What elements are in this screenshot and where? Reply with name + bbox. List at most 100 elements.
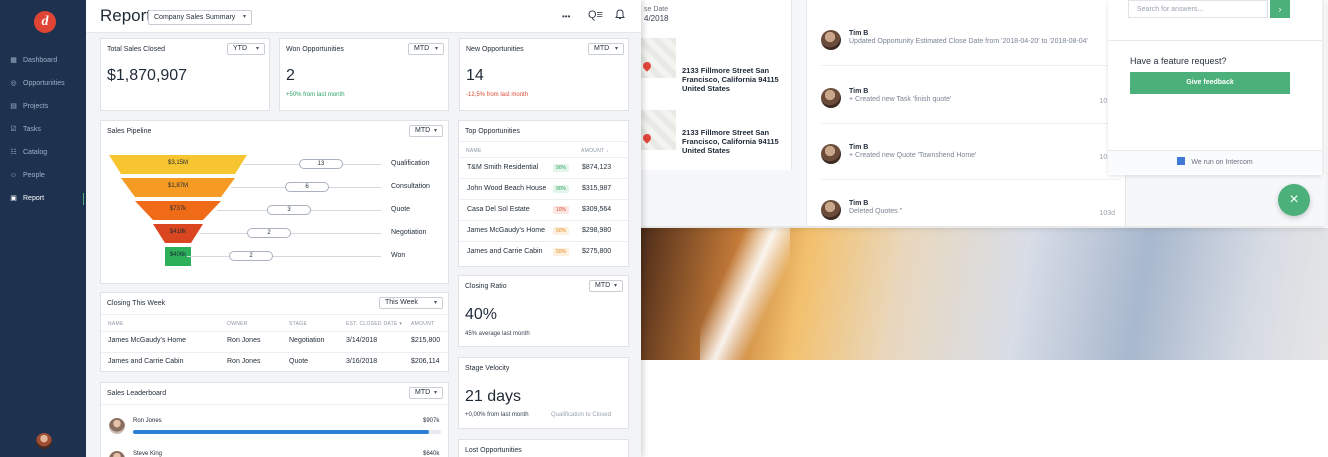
feed-item: Tim B + Created new Quote 'Townshend Hom…	[821, 140, 1121, 180]
feed-author: Tim B	[849, 144, 869, 151]
period-select[interactable]: MTD ▾	[588, 43, 624, 55]
card-title: Lost Opportunities	[465, 447, 522, 454]
column-header: STAGE	[289, 321, 308, 327]
column-header-name: NAME	[466, 148, 482, 154]
period-select[interactable]: YTD ▾	[227, 43, 265, 55]
won-opportunities-card: Won Opportunities MTD ▾ 2 +50% from last …	[279, 38, 449, 111]
feed-author: Tim B	[849, 88, 869, 95]
bell-icon[interactable]	[615, 9, 625, 22]
report-select-value: Company Sales Summary	[154, 14, 236, 21]
opportunity-amount: $315,987	[582, 185, 612, 192]
sidebar-item-opportunities[interactable]: ◎ Opportunities	[0, 77, 86, 91]
map-thumbnail[interactable]	[640, 110, 676, 150]
intercom-close-button[interactable]: ×	[1278, 184, 1310, 216]
background-photo	[640, 228, 1328, 360]
address-line: Francisco, California 94115	[682, 75, 779, 84]
card-title: Won Opportunities	[286, 46, 344, 53]
column-header-amount[interactable]: AMOUNT ↓	[581, 148, 609, 154]
opportunity-amount: $309,564	[582, 206, 612, 213]
app-logo[interactable]: d	[34, 11, 56, 33]
funnel-segment[interactable]: $3,15M	[109, 155, 247, 174]
opportunity-name[interactable]: James McGaudy's Home	[467, 227, 545, 234]
table-cell: Ron Jones	[227, 358, 261, 365]
opportunity-name[interactable]: T&M Smith Residential	[467, 164, 538, 171]
funnel-count: 3	[267, 205, 311, 215]
divider	[459, 199, 630, 200]
closing-opportunity-name[interactable]: James and Carrie Cabin	[108, 358, 183, 365]
closing-opportunity-name[interactable]: James McGaudy's Home	[108, 337, 186, 344]
opportunity-amount: $298,980	[582, 227, 612, 234]
table-cell: 3/14/2018	[346, 337, 378, 344]
funnel-amount: $406k	[169, 252, 187, 258]
funnel-segment[interactable]: $737k	[135, 201, 221, 220]
closing-this-week-card: Closing This Week This Week ▾ NAME OWNER ST…	[100, 292, 450, 372]
funnel-segment[interactable]: $1,87M	[121, 178, 235, 197]
period-select[interactable]: MTD ▾	[589, 280, 623, 292]
feed-text: + Created new Quote 'Townshend Home'	[849, 152, 977, 159]
address-line: Francisco, California 94115	[682, 137, 779, 146]
sidebar-item-label: Catalog	[23, 149, 48, 156]
opportunity-name[interactable]: James and Carrie Cabin	[467, 248, 542, 255]
address-block: 2133 Fillmore Street San Francisco, Cali…	[682, 66, 782, 93]
chevron-down-icon: ▾	[433, 390, 437, 396]
address-line: United States	[682, 84, 730, 93]
funnel-connector	[187, 256, 381, 257]
avatar	[109, 451, 125, 457]
catalog-icon: ☷	[10, 149, 17, 156]
opportunity-name[interactable]: Casa Del Sol Estate	[467, 206, 530, 213]
avatar	[821, 88, 841, 108]
feature-request-label: Have a feature request?	[1130, 56, 1227, 66]
stage-velocity-value: 21 days	[465, 388, 522, 405]
sidebar-item-catalog[interactable]: ☷ Catalog	[0, 146, 86, 160]
sidebar-item-report[interactable]: ▣ Report	[0, 192, 86, 206]
sidebar-item-people[interactable]: ☺ People	[0, 169, 86, 183]
intercom-icon	[1177, 157, 1186, 165]
column-header[interactable]: EST. CLOSED DATE ▾	[346, 321, 402, 327]
divider	[459, 178, 630, 179]
opportunity-name[interactable]: John Wood Beach House	[467, 185, 546, 192]
feed-text: + Created new Task 'finish quote'	[849, 96, 952, 103]
sidebar-item-tasks[interactable]: ☑ Tasks	[0, 123, 86, 137]
address-line: 2133 Fillmore Street San	[682, 66, 770, 75]
funnel-stage-label: Quote	[391, 206, 411, 213]
report-select[interactable]: Company Sales Summary ▾	[148, 10, 252, 25]
sidebar-item-projects[interactable]: ▤ Projects	[0, 100, 86, 114]
period-select[interactable]: MTD ▾	[409, 125, 443, 137]
period-select[interactable]: MTD ▾	[408, 43, 444, 55]
filter-search-icon[interactable]: Q≡	[588, 9, 603, 21]
divider	[459, 157, 630, 158]
feed-time: 103d	[1099, 210, 1115, 217]
address-panel: se Date 4/2018 2133 Fillmore Street San …	[640, 0, 792, 170]
funnel-count: 13	[299, 159, 343, 169]
feed-text: Deleted Quotes ''	[849, 208, 903, 215]
help-search-input[interactable]: Search for answers...	[1128, 0, 1268, 18]
funnel-amount: $737k	[169, 206, 187, 212]
total-sales-card: Total Sales Closed YTD ▾ $1,870,907	[100, 38, 270, 111]
stage-velocity-range: Qualification to Closed	[551, 412, 612, 418]
table-cell: Ron Jones	[227, 337, 261, 344]
period-select[interactable]: This Week ▾	[379, 297, 443, 309]
people-icon: ☺	[9, 172, 18, 179]
sidebar: d ▦ Dashboard ◎ Opportunities ▤ Projects ☑ T…	[0, 0, 86, 457]
rep-amount: $640k	[423, 451, 440, 457]
won-opportunities-value: 2	[286, 67, 295, 84]
user-avatar[interactable]	[36, 433, 52, 449]
back-window: se Date 4/2018 2133 Fillmore Street San …	[640, 0, 1326, 226]
give-feedback-button[interactable]: Give feedback	[1130, 72, 1290, 94]
funnel-amount: $1,87M	[167, 183, 188, 189]
chevron-down-icon: ▾	[614, 46, 618, 52]
period-select[interactable]: MTD ▾	[409, 387, 443, 399]
divider	[101, 331, 450, 332]
map-thumbnail[interactable]	[640, 38, 676, 78]
won-opportunities-trend: +50% from last month	[286, 92, 345, 98]
funnel-segment[interactable]: $418k	[153, 224, 203, 243]
sales-pipeline-card: Sales Pipeline MTD ▾ $3,15M 13 Qualificatio…	[100, 120, 449, 284]
sidebar-item-dashboard[interactable]: ▦ Dashboard	[0, 54, 86, 68]
funnel-stage-label: Qualification	[391, 160, 430, 167]
help-search-button[interactable]: ›	[1270, 0, 1290, 18]
intercom-footer[interactable]: We run on Intercom	[1108, 150, 1322, 174]
rep-name: Ron Jones	[133, 418, 162, 424]
more-icon[interactable]: •••	[562, 12, 570, 21]
new-opportunities-value: 14	[466, 67, 484, 84]
checkbox-icon: ☑	[10, 126, 17, 133]
